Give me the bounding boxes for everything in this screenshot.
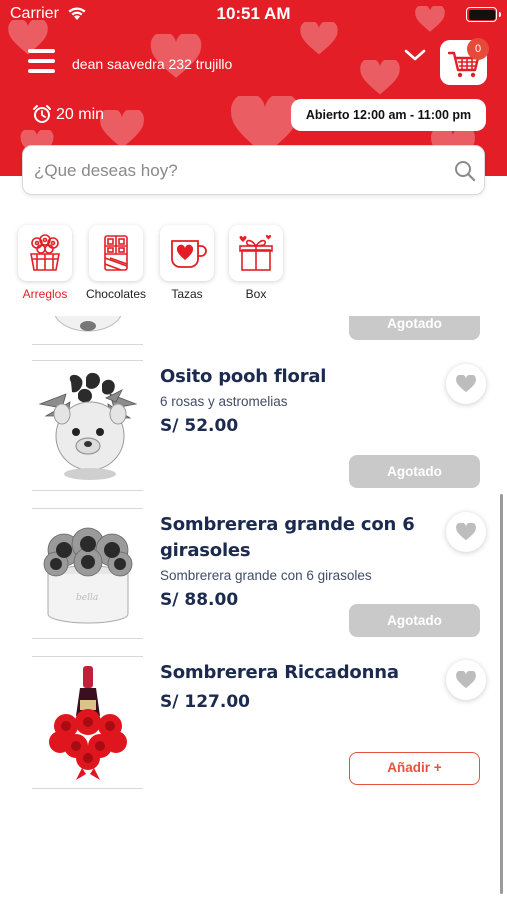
sold-out-button: Agotado bbox=[349, 604, 480, 637]
hamburger-menu-icon[interactable] bbox=[28, 49, 55, 73]
product-description: Sombrerera grande con 6 girasoles bbox=[160, 568, 372, 583]
search-icon[interactable] bbox=[453, 159, 477, 183]
clock-time: 10:51 AM bbox=[216, 4, 291, 23]
scrollbar[interactable] bbox=[500, 494, 503, 894]
delivery-address[interactable]: dean saavedra 232 trujillo bbox=[72, 56, 232, 72]
status-bar: Carrier 10:51 AM bbox=[0, 0, 507, 30]
category-arreglos[interactable]: Arreglos bbox=[10, 225, 80, 301]
divider bbox=[32, 508, 143, 509]
flower-basket-icon bbox=[18, 225, 72, 281]
sold-out-button: Agotado bbox=[349, 316, 480, 340]
product-image[interactable] bbox=[26, 316, 150, 340]
category-label: Tazas bbox=[171, 287, 203, 301]
product-list[interactable]: Agotado Osito pooh floral 6 rosas y astr… bbox=[0, 316, 507, 900]
product-price: S/ 127.00 bbox=[160, 692, 250, 712]
category-box[interactable]: Box bbox=[221, 225, 291, 301]
category-tazas[interactable]: Tazas bbox=[152, 225, 222, 301]
mug-icon bbox=[160, 225, 214, 281]
product-price: S/ 52.00 bbox=[160, 416, 239, 436]
divider bbox=[32, 638, 143, 639]
product-image[interactable] bbox=[26, 660, 150, 784]
product-name[interactable]: Sombrerera grande con 6 girasoles bbox=[160, 512, 430, 564]
favorite-button[interactable] bbox=[446, 512, 486, 552]
product-name[interactable]: Sombrerera Riccadonna bbox=[160, 660, 430, 686]
divider bbox=[32, 490, 143, 491]
store-hours-badge: Abierto 12:00 am - 11:00 pm bbox=[291, 99, 486, 131]
add-to-cart-button[interactable]: Añadir + bbox=[349, 752, 480, 785]
divider bbox=[32, 360, 143, 361]
alarm-clock-icon bbox=[33, 105, 51, 123]
heart-icon bbox=[456, 523, 476, 541]
gift-box-icon bbox=[229, 225, 283, 281]
divider bbox=[32, 788, 143, 789]
product-image[interactable]: bella bbox=[26, 512, 150, 636]
favorite-button[interactable] bbox=[446, 660, 486, 700]
heart-icon bbox=[456, 375, 476, 393]
divider bbox=[32, 656, 143, 657]
search-input[interactable] bbox=[34, 158, 434, 184]
product-price: S/ 88.00 bbox=[160, 590, 239, 610]
decor-heart-icon bbox=[360, 60, 400, 95]
product-name[interactable]: Osito pooh floral bbox=[160, 364, 430, 390]
battery-icon bbox=[466, 7, 501, 22]
cart-count-badge: 0 bbox=[467, 38, 489, 60]
favorite-button[interactable] bbox=[446, 364, 486, 404]
category-label: Chocolates bbox=[85, 287, 147, 301]
decor-heart-icon bbox=[100, 110, 144, 149]
divider bbox=[32, 344, 143, 345]
product-description: 6 rosas y astromelias bbox=[160, 394, 288, 409]
chocolate-icon bbox=[89, 225, 143, 281]
search-bar[interactable] bbox=[22, 145, 485, 195]
chevron-down-icon[interactable] bbox=[403, 48, 427, 62]
sold-out-button: Agotado bbox=[349, 455, 480, 488]
category-chocolates[interactable]: Chocolates bbox=[81, 225, 151, 301]
category-label: Box bbox=[245, 287, 267, 301]
product-image[interactable] bbox=[26, 364, 150, 488]
heart-icon bbox=[456, 671, 476, 689]
category-label: Arreglos bbox=[22, 287, 68, 301]
delivery-time: 20 min bbox=[56, 106, 105, 123]
svg-text:bella: bella bbox=[76, 593, 98, 603]
